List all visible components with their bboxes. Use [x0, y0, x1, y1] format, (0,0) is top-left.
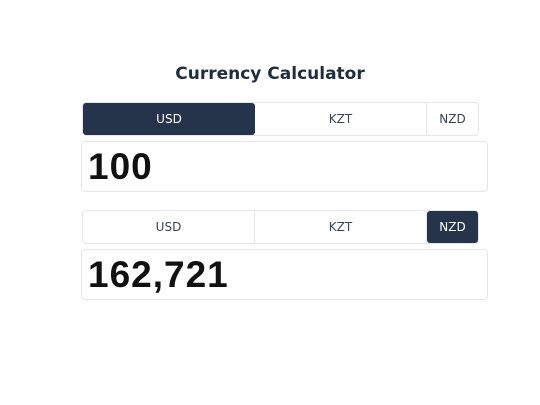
to-amount-output: 162,721: [81, 249, 488, 300]
tab-from-kzt[interactable]: KZT: [255, 103, 427, 135]
to-currency-tabs: USD KZT NZD: [82, 210, 479, 244]
tab-to-usd[interactable]: USD: [83, 211, 255, 243]
page-title: Currency Calculator: [175, 64, 365, 84]
from-currency-tabs: USD KZT NZD: [82, 102, 479, 136]
tab-to-kzt[interactable]: KZT: [255, 211, 427, 243]
tab-to-nzd[interactable]: NZD: [427, 211, 478, 243]
tab-from-nzd[interactable]: NZD: [427, 103, 478, 135]
tab-from-usd[interactable]: USD: [83, 103, 255, 135]
from-amount-input[interactable]: 100: [81, 141, 488, 192]
